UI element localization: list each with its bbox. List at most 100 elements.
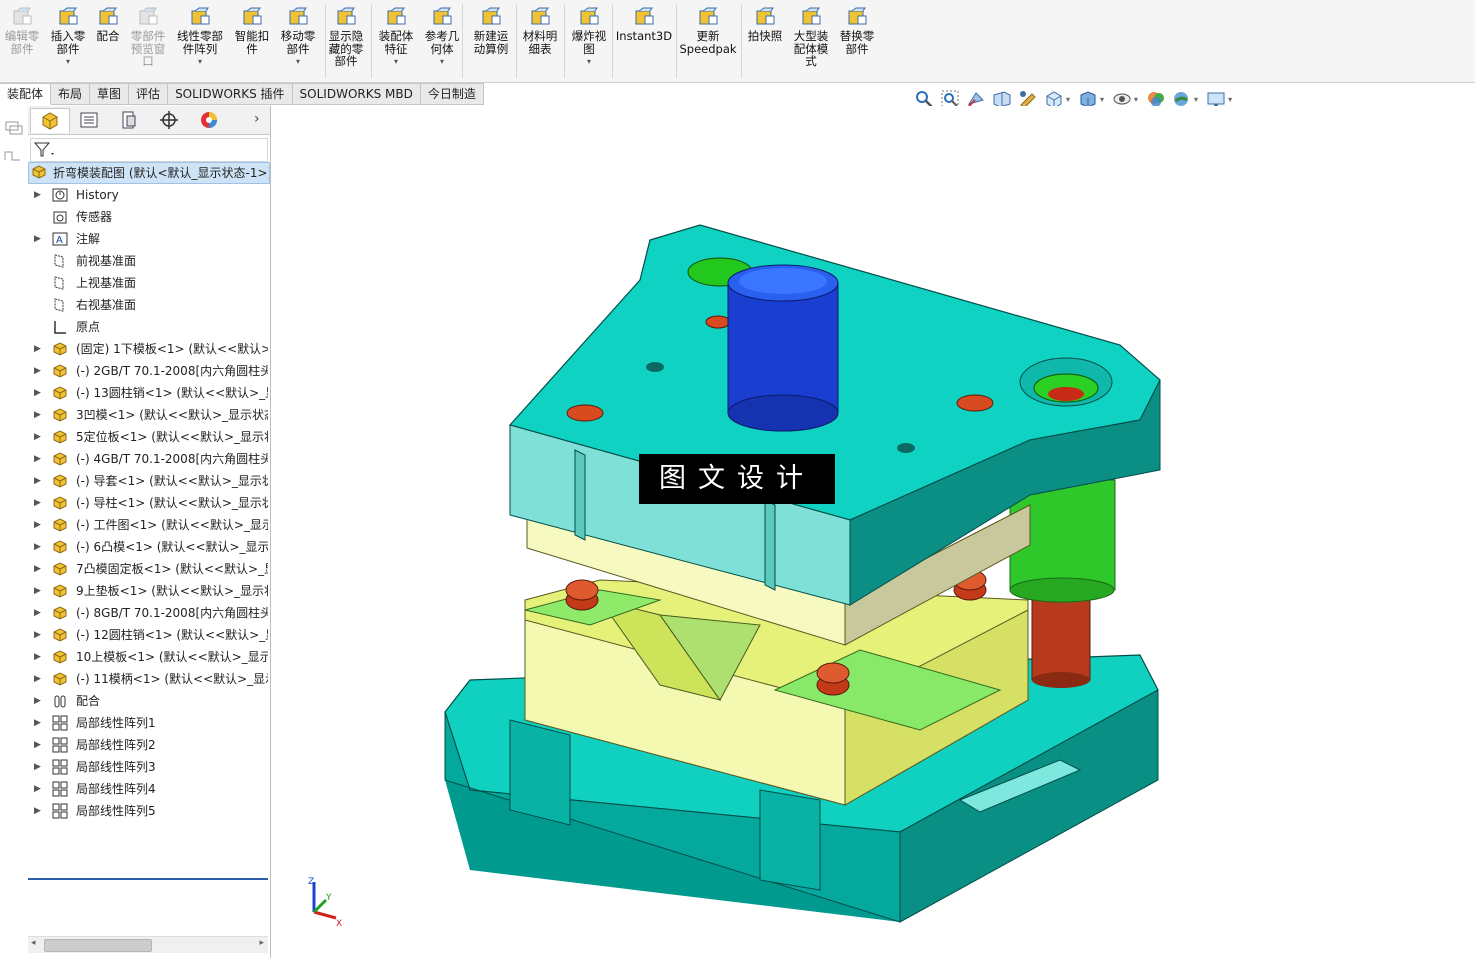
tree-root-assembly[interactable]: 折弯模装配图 (默认<默认_显示状态-1>) bbox=[28, 162, 270, 184]
tree-item[interactable]: ▶ (-) 11模柄<1> (默认<<默认>_显示状态-1>) bbox=[28, 668, 268, 690]
tree-item[interactable]: ▶ History bbox=[28, 184, 268, 206]
filter-icon bbox=[33, 142, 54, 157]
tree-item[interactable]: ▶ 局部线性阵列3 bbox=[28, 756, 268, 778]
tree-item[interactable]: ▶ 局部线性阵列2 bbox=[28, 734, 268, 756]
tree-item[interactable]: ▶ (-) 13圆柱销<1> (默认<<默认>_显示状态-1>) bbox=[28, 382, 268, 404]
tab-6[interactable]: 今日制造 bbox=[420, 83, 484, 105]
tree-item[interactable]: ▶ 9上垫板<1> (默认<<默认>_显示状态-1>) bbox=[28, 580, 268, 602]
display-manager-tab[interactable] bbox=[190, 108, 228, 132]
instant3d-button[interactable]: Instant3D bbox=[614, 6, 674, 43]
exploded-view-icon bbox=[580, 7, 599, 25]
die-shank[interactable] bbox=[727, 264, 839, 432]
scrollbar-thumb[interactable] bbox=[44, 939, 152, 952]
tree-item-label: 10上模板<1> (默认<<默认>_显示状态-1>) bbox=[76, 650, 268, 664]
component-preview-button[interactable]: 零部件 预览窗 口 bbox=[118, 6, 178, 68]
tree-item[interactable]: ▶ 10上模板<1> (默认<<默认>_显示状态-1>) bbox=[28, 646, 268, 668]
expand-arrow-icon[interactable]: ▶ bbox=[34, 580, 42, 602]
chevron-down-icon[interactable]: ▾ bbox=[1134, 95, 1138, 104]
tree-item[interactable]: ▶ (-) 导柱<1> (默认<<默认>_显示状态-1>) bbox=[28, 492, 268, 514]
tree-item[interactable]: ▶ 配合 bbox=[28, 690, 268, 712]
expand-arrow-icon[interactable]: ▶ bbox=[34, 734, 42, 756]
expand-arrow-icon[interactable]: ▶ bbox=[34, 184, 42, 206]
tree-item[interactable]: ▶ 局部线性阵列5 bbox=[28, 800, 268, 822]
expand-arrow-icon[interactable]: ▶ bbox=[34, 536, 42, 558]
expand-arrow-icon[interactable]: ▶ bbox=[34, 470, 42, 492]
tree-item[interactable]: 右视基准面 bbox=[28, 294, 268, 316]
tree-item[interactable]: ▶ (-) 8GB/T 70.1-2008[内六角圆柱头螺钉] bbox=[28, 602, 268, 624]
expand-arrow-icon[interactable]: ▶ bbox=[34, 448, 42, 470]
tree-item-label: (-) 6凸模<1> (默认<<默认>_显示状态-1>) bbox=[76, 540, 268, 554]
expand-arrow-icon[interactable]: ▶ bbox=[34, 404, 42, 426]
chevron-down-icon[interactable]: ▾ bbox=[587, 56, 591, 69]
instant3d-icon bbox=[635, 7, 654, 25]
feature-manager-tab[interactable] bbox=[30, 108, 70, 133]
tree-item[interactable]: ▶ (-) 4GB/T 70.1-2008[内六角圆柱头螺钉] bbox=[28, 448, 268, 470]
tab-3[interactable]: 评估 bbox=[129, 83, 169, 105]
tree-item[interactable]: 原点 bbox=[28, 316, 268, 338]
tree-item[interactable]: ▶ 5定位板<1> (默认<<默认>_显示状态-1>) bbox=[28, 426, 268, 448]
expand-arrow-icon[interactable]: ▶ bbox=[34, 690, 42, 712]
speedpak-button[interactable]: 更新 Speedpak bbox=[678, 6, 738, 55]
expand-arrow-icon[interactable]: ▶ bbox=[34, 712, 42, 734]
tree-filter[interactable] bbox=[30, 138, 268, 162]
graphics-area[interactable]: Z X Y bbox=[271, 106, 1475, 958]
horizontal-scrollbar[interactable]: ◂ ▸ bbox=[28, 936, 268, 953]
expand-arrow-icon[interactable]: ▶ bbox=[34, 778, 42, 800]
chevron-down-icon[interactable]: ▾ bbox=[440, 56, 444, 69]
tree-item[interactable]: ▶ (-) 6凸模<1> (默认<<默认>_显示状态-1>) bbox=[28, 536, 268, 558]
tree-item[interactable]: 传感器 bbox=[28, 206, 268, 228]
tab-0[interactable]: 装配体 bbox=[0, 83, 52, 105]
expand-arrow-icon[interactable]: ▶ bbox=[34, 558, 42, 580]
tree-item[interactable]: ▶ (-) 导套<1> (默认<<默认>_显示状态-1>) bbox=[28, 470, 268, 492]
tree-item[interactable]: ▶ 3凹模<1> (默认<<默认>_显示状态-1>) bbox=[28, 404, 268, 426]
property-manager-icon bbox=[80, 112, 98, 128]
expand-arrow-icon[interactable]: ▶ bbox=[34, 602, 42, 624]
tab-2[interactable]: 草图 bbox=[90, 83, 130, 105]
expand-arrow-icon[interactable]: ▶ bbox=[34, 514, 42, 536]
expand-arrow-icon[interactable]: ▶ bbox=[34, 756, 42, 778]
expand-arrow-icon[interactable]: ▶ bbox=[34, 492, 42, 514]
tree-item[interactable]: ▶ 局部线性阵列4 bbox=[28, 778, 268, 800]
chevron-right-icon[interactable]: › bbox=[254, 111, 260, 127]
expand-arrow-icon[interactable]: ▶ bbox=[34, 338, 42, 360]
expand-arrow-icon[interactable]: ▶ bbox=[34, 646, 42, 668]
tree-item[interactable]: ▶ (-) 2GB/T 70.1-2008[内六角圆柱头螺钉] bbox=[28, 360, 268, 382]
exploded-view-button[interactable]: 爆炸视 图 ▾ bbox=[559, 6, 619, 69]
replace-component-button[interactable]: 替换零 部件 bbox=[827, 6, 887, 55]
expand-arrow-icon[interactable]: ▶ bbox=[34, 426, 42, 448]
expand-arrow-icon[interactable]: ▶ bbox=[34, 800, 42, 822]
chevron-down-icon[interactable]: ▾ bbox=[198, 56, 202, 69]
tree-item[interactable]: ▶ (-) 12圆柱销<1> (默认<<默认>_显示状态-1>) bbox=[28, 624, 268, 646]
tree-item[interactable]: ▶ 7凸模固定板<1> (默认<<默认>_显示状态-1>) bbox=[28, 558, 268, 580]
tree-item[interactable]: ▶ (固定) 1下模板<1> (默认<<默认>_显示状态-1>) bbox=[28, 338, 268, 360]
tab-4[interactable]: SOLIDWORKS 插件 bbox=[168, 83, 293, 105]
ribbon-button-label: 拍快照 bbox=[747, 29, 783, 43]
chevron-down-icon[interactable]: ▾ bbox=[1100, 95, 1104, 104]
chevron-down-icon[interactable]: ▾ bbox=[1228, 95, 1232, 104]
annotation-icon: A bbox=[52, 232, 68, 246]
chevron-down-icon[interactable]: ▾ bbox=[1194, 95, 1198, 104]
tree-item[interactable]: 前视基准面 bbox=[28, 250, 268, 272]
tab-5[interactable]: SOLIDWORKS MBD bbox=[292, 83, 421, 105]
scroll-left-icon[interactable]: ◂ bbox=[31, 938, 36, 948]
chevron-down-icon[interactable]: ▾ bbox=[66, 56, 70, 69]
expand-arrow-icon[interactable]: ▶ bbox=[34, 668, 42, 690]
expand-arrow-icon[interactable]: ▶ bbox=[34, 624, 42, 646]
chevron-down-icon[interactable]: ▾ bbox=[394, 56, 398, 69]
configuration-manager-tab[interactable] bbox=[110, 108, 148, 132]
linear-pattern-button[interactable]: 线性零部 件阵列 ▾ bbox=[170, 6, 230, 69]
tree-item[interactable]: ▶ (-) 工件图<1> (默认<<默认>_显示状态-1>) bbox=[28, 514, 268, 536]
tab-1[interactable]: 布局 bbox=[51, 83, 91, 105]
expand-arrow-icon[interactable]: ▶ bbox=[34, 382, 42, 404]
tree-item[interactable]: ▶ 局部线性阵列1 bbox=[28, 712, 268, 734]
expand-arrow-icon[interactable]: ▶ bbox=[34, 228, 42, 250]
tree-item[interactable]: 上视基准面 bbox=[28, 272, 268, 294]
chevron-down-icon[interactable]: ▾ bbox=[296, 56, 300, 69]
property-manager-tab[interactable] bbox=[70, 108, 108, 132]
tree-item[interactable]: ▶ A 注解 bbox=[28, 228, 268, 250]
expand-arrow-icon[interactable]: ▶ bbox=[34, 360, 42, 382]
dimxpert-manager-tab[interactable] bbox=[150, 108, 188, 132]
chevron-down-icon[interactable]: ▾ bbox=[1066, 95, 1070, 104]
die-assembly-model[interactable]: Z X Y bbox=[271, 106, 1475, 958]
scroll-right-icon[interactable]: ▸ bbox=[259, 938, 264, 948]
